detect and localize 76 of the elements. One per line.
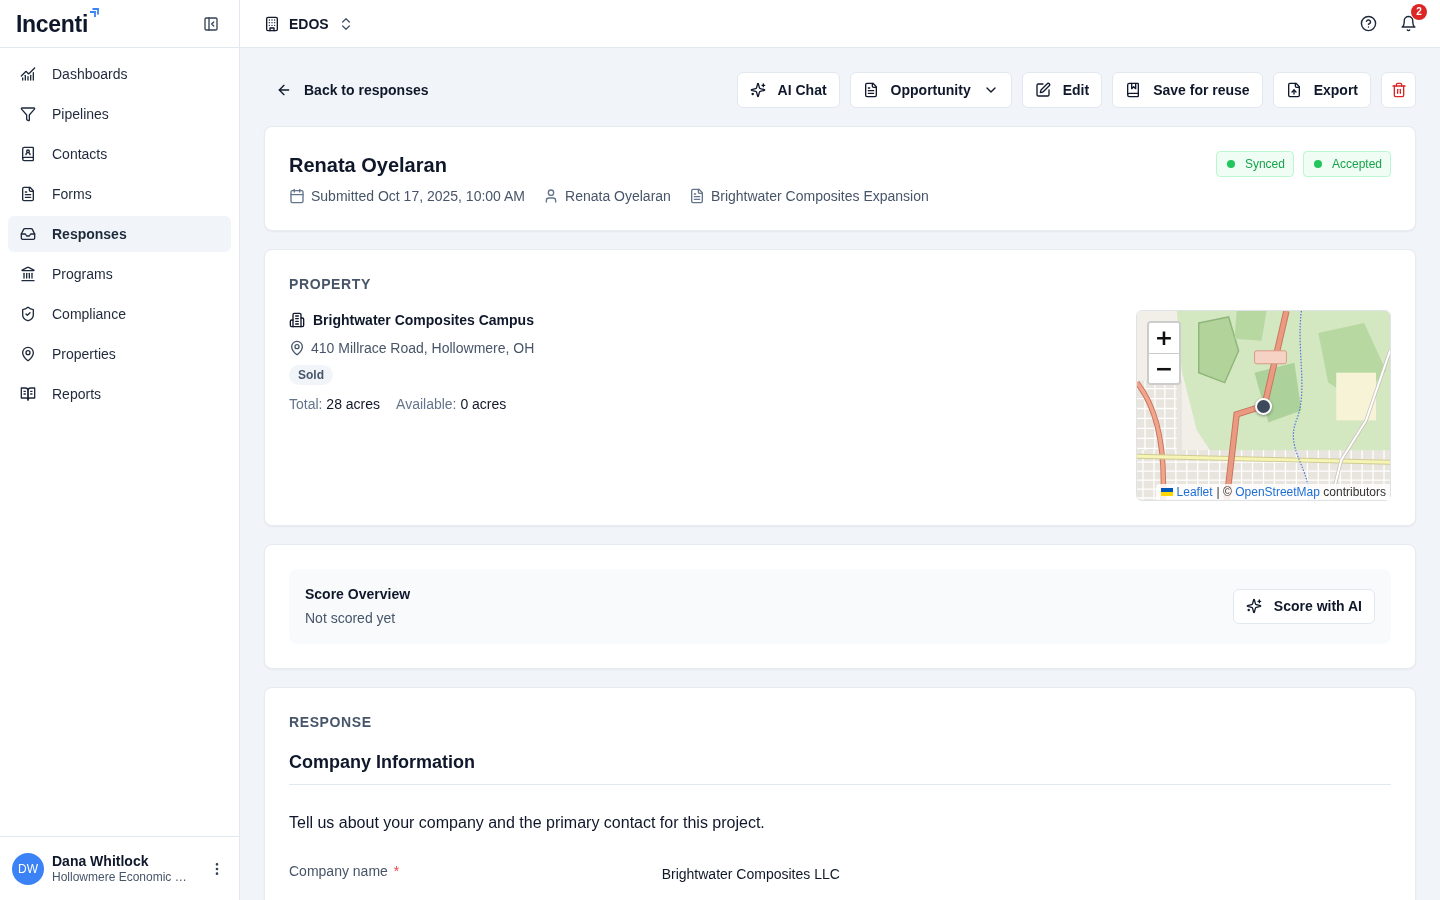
property-name: Brightwater Composites Campus xyxy=(313,312,534,328)
nav-item[interactable]: Pipelines xyxy=(8,96,231,132)
score-button[interactable]: Score with AI xyxy=(1232,588,1375,624)
library-link[interactable]: Leaflet xyxy=(1176,484,1213,500)
toolbar-button[interactable]: AI Chat xyxy=(736,72,840,108)
building-icon xyxy=(289,312,305,328)
toolbar-button[interactable]: Export xyxy=(1272,72,1371,108)
notification-count: 2 xyxy=(1411,3,1427,20)
help-icon xyxy=(1359,15,1377,32)
nav-item[interactable]: Responses xyxy=(8,216,231,252)
acreage-stat: Total: 28 acres xyxy=(289,395,381,414)
status-dot-icon xyxy=(1313,160,1322,168)
open-book-icon xyxy=(20,386,36,402)
status-label: Accepted xyxy=(1331,157,1382,171)
project-name: Brightwater Composites Expansion xyxy=(710,187,929,206)
pencil-square-icon xyxy=(1034,82,1051,98)
document-icon xyxy=(688,188,705,204)
attribution-text: | © OpenStreetMap contributors xyxy=(1216,484,1386,500)
user-name: Dana Whitlock xyxy=(52,852,149,870)
delete-button[interactable] xyxy=(1381,72,1416,108)
nav-item[interactable]: Forms xyxy=(8,176,231,212)
bell-icon xyxy=(1399,15,1417,32)
chart-icon xyxy=(20,66,36,82)
map-pin-icon xyxy=(20,346,36,362)
app-logo: Incenti xyxy=(16,9,89,38)
nav-item[interactable]: Compliance xyxy=(8,296,231,332)
logo-arrow-icon xyxy=(89,7,100,18)
collapse-sidebar-button[interactable] xyxy=(203,15,219,32)
submission-date: Submitted Oct 17, 2025, 10:00 AM xyxy=(311,187,526,206)
status-label: Synced xyxy=(1244,157,1285,171)
funnel-icon xyxy=(20,106,36,122)
nav-item[interactable]: Dashboards xyxy=(8,56,231,92)
workspace-switcher[interactable]: EDOS xyxy=(262,7,356,40)
sparkles-icon xyxy=(749,82,766,98)
section-heading: RESPONSE xyxy=(289,713,373,732)
trash-icon xyxy=(1390,82,1407,98)
field-value: Brightwater Composites LLC xyxy=(661,865,841,884)
provider-link[interactable]: OpenStreetMap xyxy=(1235,485,1320,499)
user-avatar: DW xyxy=(12,852,44,885)
calendar-icon xyxy=(289,188,305,204)
document-icon xyxy=(862,82,879,98)
organization-name: Hollowmere Economic … xyxy=(52,869,187,885)
sparkles-icon xyxy=(1245,598,1262,614)
zoom-out-button[interactable]: − xyxy=(1149,353,1179,383)
toolbar-button[interactable]: Edit xyxy=(1021,72,1103,108)
shield-check-icon xyxy=(20,306,36,322)
section-description: Tell us about your company and the primary contact for this project. xyxy=(289,813,766,833)
back-link[interactable]: Back to responses xyxy=(264,72,441,108)
submitter-name: Renata Oyelaran xyxy=(565,187,671,206)
status-dot-icon xyxy=(1226,160,1235,168)
toolbar-button[interactable]: Save for reuse xyxy=(1112,72,1263,108)
nav-item[interactable]: Programs xyxy=(8,256,231,292)
arrow-left-icon xyxy=(276,82,292,98)
section-heading: PROPERTY xyxy=(289,275,372,294)
score-status: Not scored yet xyxy=(305,609,397,628)
building-icon xyxy=(264,15,280,32)
flag-icon xyxy=(1160,488,1173,496)
acreage-stat: Available: 0 acres xyxy=(396,395,507,414)
score-title: Score Overview xyxy=(305,585,411,604)
nav-item[interactable]: Contacts xyxy=(8,136,231,172)
document-icon xyxy=(20,186,36,202)
inbox-icon xyxy=(20,226,36,242)
respondent-name: Renata Oyelaran xyxy=(289,153,448,178)
file-upload-icon xyxy=(1285,82,1302,98)
bank-icon xyxy=(20,266,36,282)
menu-button[interactable]: Opportunity xyxy=(849,72,1012,108)
status-tag: Sold xyxy=(289,365,333,385)
nav-item[interactable]: Reports xyxy=(8,376,231,412)
nav-item[interactable]: Properties xyxy=(8,336,231,372)
field-label: Company name * xyxy=(289,862,401,881)
section-title: Company Information xyxy=(289,750,1391,785)
map-pin-icon xyxy=(289,340,305,356)
bookmark-book-icon xyxy=(1125,82,1142,98)
property-address: 410 Millrace Road, Hollowmere, OH xyxy=(311,340,535,356)
sidebar-panel-icon xyxy=(203,15,219,32)
contact-book-icon xyxy=(20,146,36,162)
